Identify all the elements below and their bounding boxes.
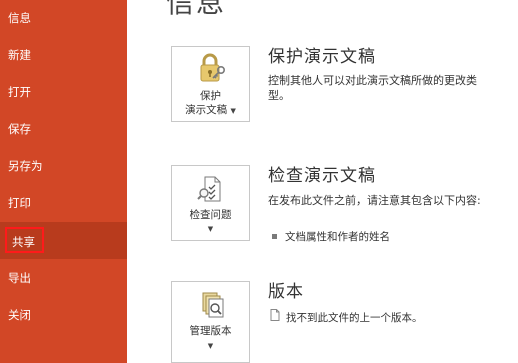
sidebar-item-label: 打印 (8, 196, 31, 210)
lock-key-icon (172, 53, 249, 83)
sidebar-item-label: 新建 (8, 48, 31, 62)
protect-button-label: 演示文稿 (185, 104, 228, 116)
chevron-down-icon: ▼ (230, 107, 236, 115)
inspect-section-description: 在发布此文件之前，请注意其包含以下内容: (268, 194, 481, 207)
manage-versions-button[interactable]: 管理版本 ▼ (171, 281, 250, 363)
sidebar-item-print[interactable]: 打印 (0, 185, 127, 222)
sidebar-item-label: 保存 (8, 122, 31, 136)
manage-versions-label: 管理版本 (189, 325, 232, 337)
sidebar-item-close[interactable]: 关闭 (0, 297, 127, 334)
protect-button-label-line2: 演示文稿 ▼ (172, 104, 249, 118)
chevron-down-icon: ▼ (207, 342, 214, 350)
document-icon (270, 309, 280, 325)
inspect-document-icon (172, 174, 249, 204)
sidebar-item-label: 打开 (8, 85, 31, 99)
sidebar-item-new[interactable]: 新建 (0, 37, 127, 74)
sidebar-item-save-as[interactable]: 另存为 (0, 148, 127, 185)
versions-info-text: 找不到此文件的上一个版本。 (286, 312, 423, 324)
page-title: 信息 (166, 0, 227, 19)
inspect-bullet-item: 文档属性和作者的姓名 (272, 230, 390, 244)
sidebar-item-label: 另存为 (8, 159, 43, 173)
manage-versions-icon (172, 291, 249, 321)
sidebar-item-label: 信息 (8, 11, 31, 25)
inspect-section-title: 检查演示文稿 (268, 166, 376, 186)
check-for-issues-button[interactable]: 检查问题 ▼ (171, 165, 250, 241)
sidebar-item-export[interactable]: 导出 (0, 260, 127, 297)
backstage-sidebar: 信息 新建 打开 保存 另存为 打印 共享 导出 关闭 (0, 0, 127, 363)
sidebar-item-share[interactable]: 共享 (0, 222, 127, 259)
bullet-square-icon (272, 233, 277, 239)
protect-presentation-button[interactable]: 保护 演示文稿 ▼ (171, 46, 250, 122)
app-window: 信息 新建 打开 保存 另存为 打印 共享 导出 关闭 信息 保护 演示文稿 ▼… (0, 0, 518, 363)
protect-button-label-line1: 保护 (200, 90, 221, 102)
sidebar-item-open[interactable]: 打开 (0, 74, 127, 111)
protect-section-description: 控制其他人可以对此演示文稿所做的更改类型。 (268, 74, 477, 102)
versions-info-row: 找不到此文件的上一个版本。 (270, 309, 423, 326)
protect-section-title: 保护演示文稿 (268, 47, 376, 67)
inspect-bullet-text: 文档属性和作者的姓名 (285, 231, 390, 243)
sidebar-item-label: 关闭 (8, 308, 31, 322)
sidebar-item-label: 导出 (8, 271, 31, 285)
check-for-issues-label: 检查问题 (189, 209, 232, 221)
sidebar-item-save[interactable]: 保存 (0, 111, 127, 148)
versions-section-title: 版本 (268, 282, 304, 302)
sidebar-item-label: 共享 (5, 227, 44, 253)
chevron-down-icon: ▼ (207, 225, 214, 233)
sidebar-item-info[interactable]: 信息 (0, 0, 127, 37)
